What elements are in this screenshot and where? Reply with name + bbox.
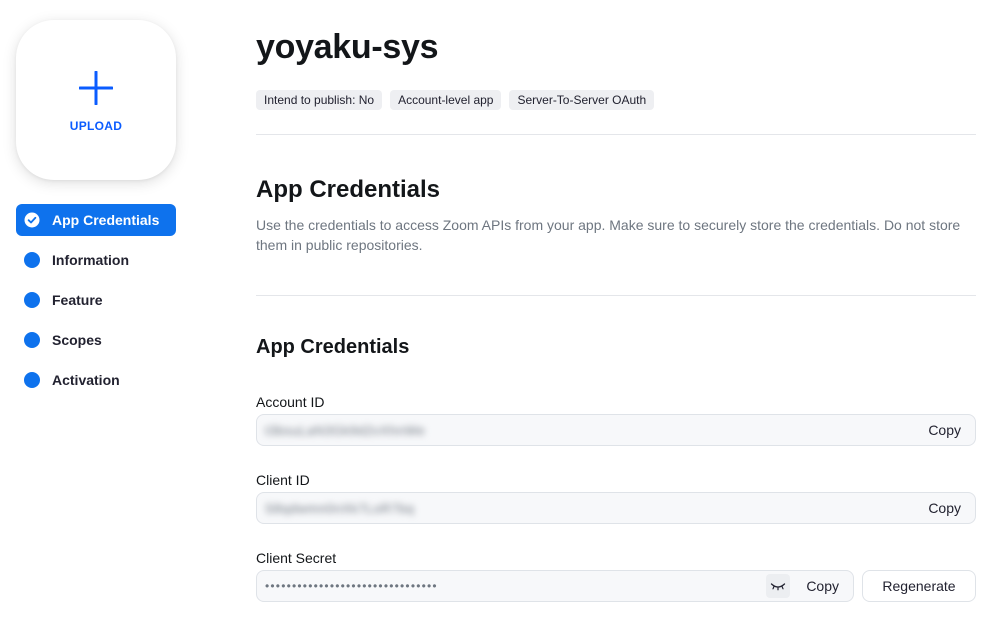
- publish-badge: Intend to publish: No: [256, 90, 383, 110]
- account-id-field[interactable]: t3bsuLaN3Gk9d2vXhnWe Copy: [256, 414, 976, 446]
- page-title: yoyaku-sys: [256, 28, 439, 66]
- app-badges: Intend to publish: No Account-level app …: [256, 90, 655, 110]
- client-id-field[interactable]: S8qdwmn0nXk7LoR7bq Copy: [256, 492, 976, 524]
- client-id-label: Client ID: [256, 472, 310, 488]
- sidebar-item-feature[interactable]: Feature: [16, 284, 176, 316]
- copy-account-id-button[interactable]: Copy: [928, 422, 961, 438]
- credentials-subtitle: App Credentials: [256, 336, 410, 358]
- secret-actions: Copy: [766, 574, 839, 598]
- sidebar-item-label: Activation: [52, 372, 120, 388]
- app-level-badge: Account-level app: [390, 90, 502, 110]
- client-id-value: S8qdwmn0nXk7LoR7bq: [265, 500, 415, 516]
- account-id-value: t3bsuLaN3Gk9d2vXhnWe: [265, 422, 426, 438]
- sidebar-item-scopes[interactable]: Scopes: [16, 324, 176, 356]
- toggle-visibility-button[interactable]: [766, 574, 791, 598]
- upload-button[interactable]: UPLOAD: [16, 20, 176, 180]
- section-title: App Credentials: [256, 176, 441, 203]
- plus-icon: [79, 71, 113, 105]
- step-dot-icon: [24, 332, 40, 348]
- sidebar-item-label: App Credentials: [52, 212, 160, 228]
- step-dot-icon: [24, 252, 40, 268]
- check-circle-icon: [24, 212, 40, 228]
- client-secret-field[interactable]: •••••••••••••••••••••••••••••••• Copy: [256, 570, 854, 602]
- sidebar-item-activation[interactable]: Activation: [16, 364, 176, 396]
- sidebar-item-label: Information: [52, 252, 129, 268]
- sidebar-item-label: Scopes: [52, 332, 102, 348]
- client-secret-value: ••••••••••••••••••••••••••••••••: [265, 579, 438, 593]
- step-dot-icon: [24, 372, 40, 388]
- regenerate-button[interactable]: Regenerate: [862, 570, 976, 602]
- account-id-label: Account ID: [256, 394, 325, 410]
- upload-label: UPLOAD: [69, 119, 123, 133]
- auth-type-badge: Server-To-Server OAuth: [509, 90, 655, 110]
- sidebar-item-information[interactable]: Information: [16, 244, 176, 276]
- section-description: Use the credentials to access Zoom APIs …: [256, 217, 961, 253]
- copy-client-secret-button[interactable]: Copy: [806, 578, 839, 594]
- sidebar-item-app-credentials[interactable]: App Credentials: [16, 204, 176, 236]
- divider: [256, 134, 976, 135]
- divider: [256, 295, 976, 296]
- client-secret-label: Client Secret: [256, 550, 337, 566]
- step-dot-icon: [24, 292, 40, 308]
- sidebar-nav: App Credentials Information Feature Scop…: [16, 204, 176, 404]
- eye-closed-icon: [771, 583, 786, 591]
- copy-client-id-button[interactable]: Copy: [928, 500, 961, 516]
- sidebar-item-label: Feature: [52, 292, 103, 308]
